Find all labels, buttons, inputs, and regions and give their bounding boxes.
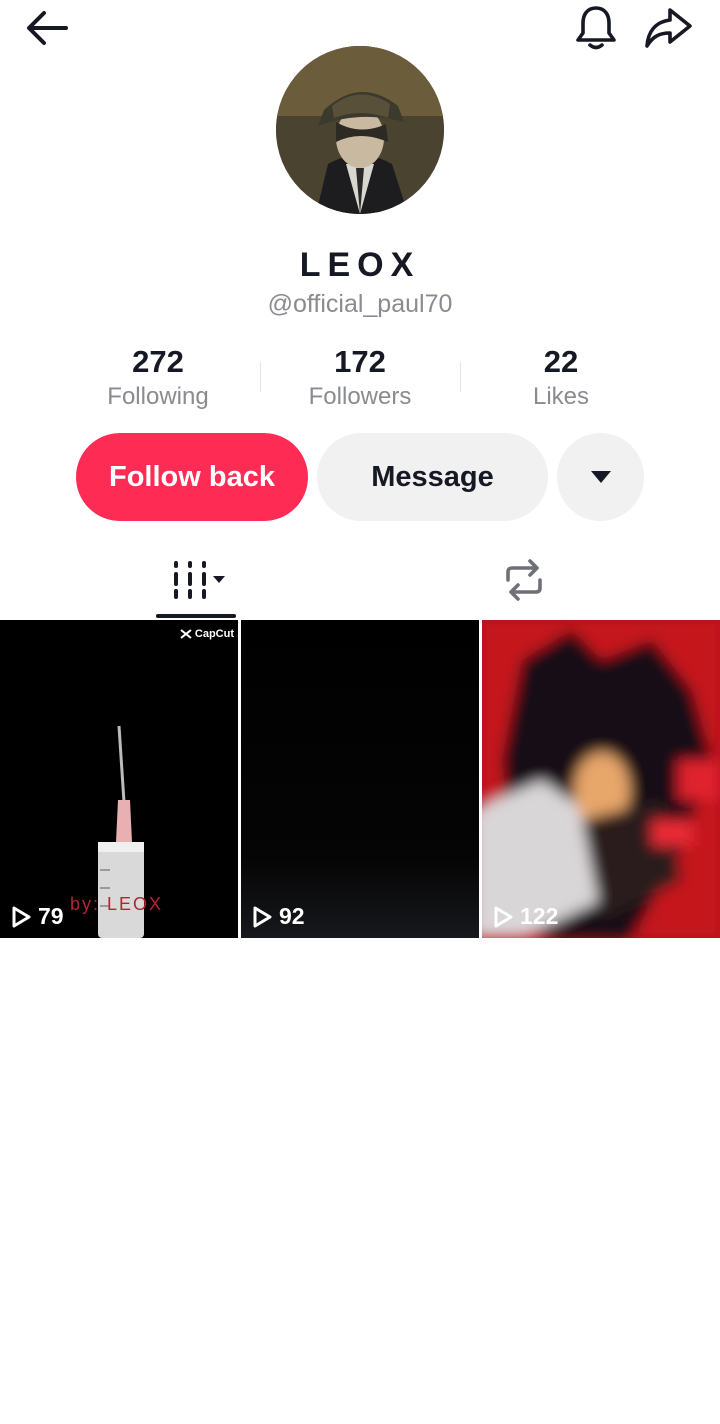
avatar-image: [276, 46, 444, 214]
capcut-label: CapCut: [194, 628, 234, 640]
view-count: 122: [492, 903, 558, 930]
following-label: Following: [107, 383, 209, 410]
more-options-button[interactable]: [557, 433, 644, 521]
play-icon: [253, 906, 272, 927]
username-handle: @official_paul70: [267, 290, 453, 318]
capcut-badge: CapCut: [180, 628, 234, 640]
share-button[interactable]: [640, 2, 696, 54]
likes-stat[interactable]: 22 Likes: [461, 342, 661, 412]
likes-label: Likes: [532, 383, 590, 410]
view-count: 92: [251, 903, 305, 930]
followers-stat[interactable]: 172 Followers: [260, 342, 460, 412]
play-icon: [12, 906, 31, 927]
following-count: 272: [132, 344, 184, 379]
profile-page: LEOX @official_paul70 272 Following 172 …: [0, 0, 720, 1424]
video-thumbnail[interactable]: CapCut by: LEOX 79: [0, 620, 238, 938]
play-icon: [494, 906, 513, 927]
video-thumbnail[interactable]: 122: [482, 620, 720, 938]
avatar[interactable]: [276, 46, 444, 214]
likes-count: 22: [543, 344, 579, 379]
message-button[interactable]: Message: [317, 433, 548, 521]
repost-icon: [506, 559, 542, 601]
bell-icon: [576, 6, 616, 50]
active-tab-indicator: [156, 614, 236, 618]
grid-columns-icon: [174, 561, 225, 599]
share-arrow-icon: [645, 8, 692, 48]
view-count-value: 122: [520, 903, 559, 929]
capcut-logo-icon: [180, 629, 192, 639]
video-thumbnail[interactable]: 92: [241, 620, 479, 938]
followers-label: Followers: [308, 383, 412, 410]
tab-reposts[interactable]: [476, 545, 572, 615]
tab-videos[interactable]: [150, 545, 246, 615]
view-count-value: 79: [38, 903, 64, 929]
followers-count: 172: [334, 344, 386, 379]
arrow-left-icon: [27, 11, 68, 45]
display-name: LEOX: [299, 246, 421, 284]
syringe-thumbnail-image: [0, 620, 238, 938]
notifications-button[interactable]: [570, 2, 622, 54]
video-watermark: by: LEOX: [70, 894, 164, 914]
back-button[interactable]: [20, 4, 76, 52]
following-stat[interactable]: 272 Following: [58, 342, 258, 412]
caret-down-icon: [590, 471, 611, 483]
dark-thumbnail-image: [241, 620, 479, 938]
view-count-value: 92: [279, 903, 305, 929]
anime-thumbnail-image: [482, 620, 720, 938]
view-count: 79: [10, 903, 64, 930]
follow-back-button[interactable]: Follow back: [76, 433, 308, 521]
